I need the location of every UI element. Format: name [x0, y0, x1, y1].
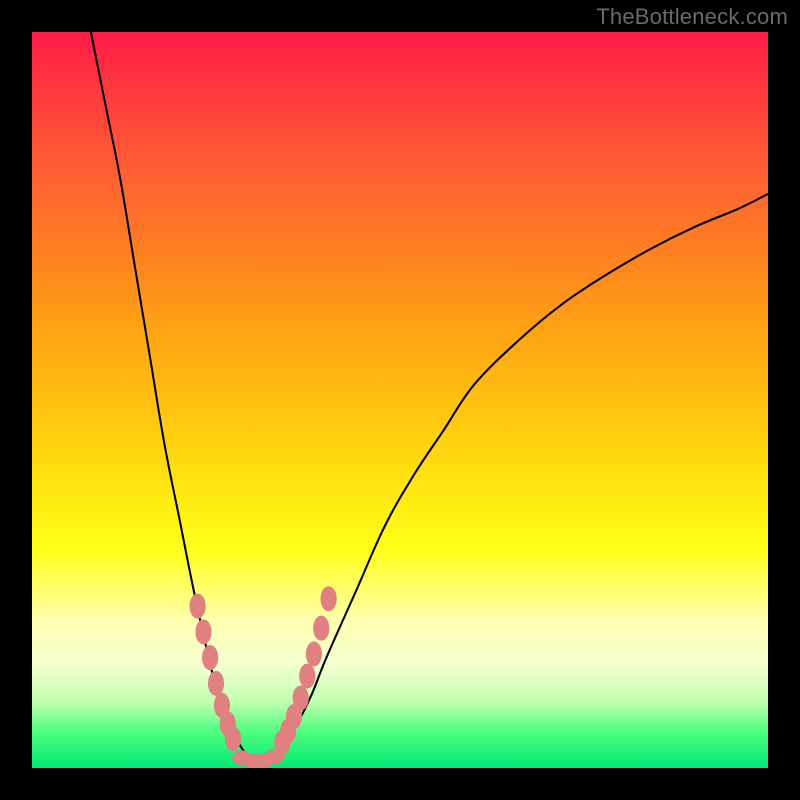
valley-marker: [321, 586, 337, 611]
valley-marker: [306, 641, 322, 666]
watermark-text: TheBottleneck.com: [596, 4, 788, 30]
valley-marker: [190, 594, 206, 619]
valley-marker: [202, 645, 218, 670]
valley-marker: [225, 726, 241, 751]
curve-left: [91, 32, 253, 761]
chart-overlay: [32, 32, 768, 768]
valley-marker: [299, 663, 315, 688]
valley-marker: [195, 619, 211, 644]
valley-marker: [208, 671, 224, 696]
valley-markers: [190, 586, 337, 768]
valley-marker: [313, 616, 329, 641]
valley-marker: [265, 749, 284, 764]
chart-frame: TheBottleneck.com: [0, 0, 800, 800]
curve-right: [268, 194, 768, 761]
plot-area: [32, 32, 768, 768]
valley-marker: [293, 686, 309, 711]
